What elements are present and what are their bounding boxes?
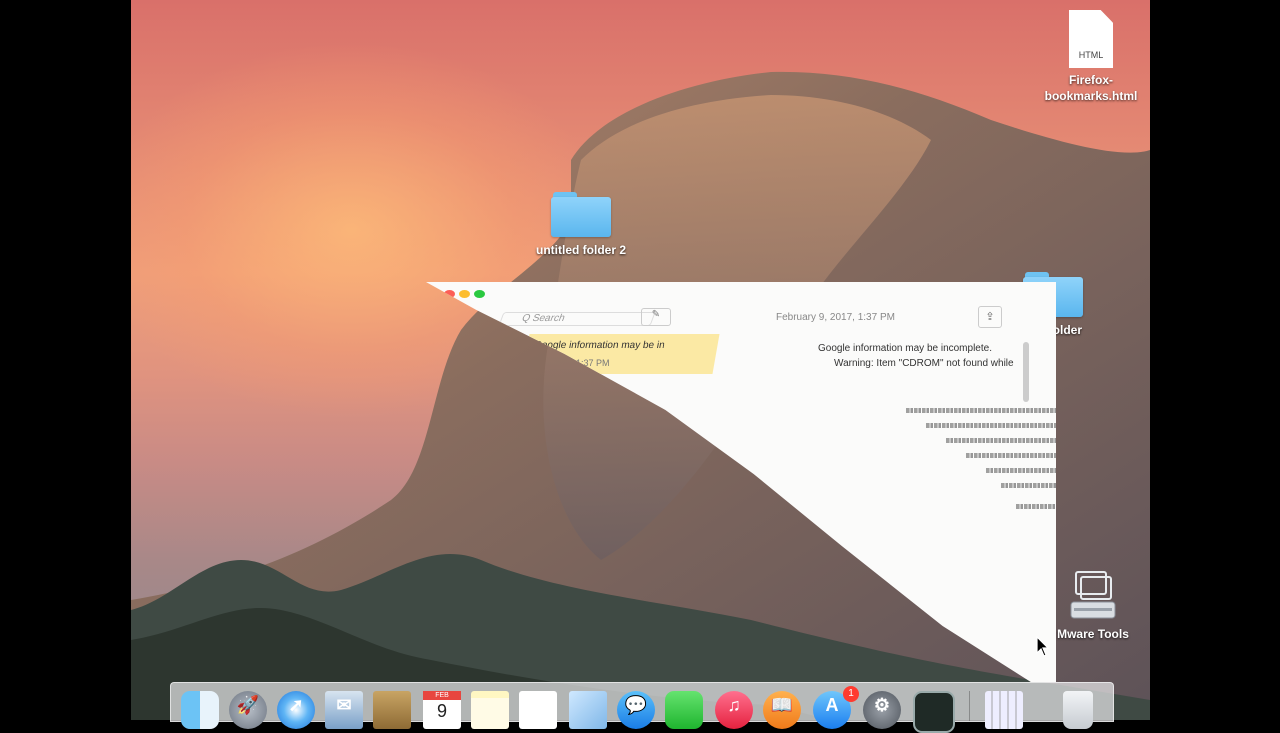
safari-icon[interactable]: ➚ — [277, 691, 315, 729]
finder-icon[interactable] — [181, 691, 219, 729]
calendar-month: FEB — [423, 691, 461, 700]
note-text-blurred — [1001, 483, 1056, 488]
desktop-label: Mware Tools — [1057, 627, 1129, 641]
desktop-folder-untitled-2[interactable]: untitled folder 2 — [516, 192, 646, 258]
desktop-file-firefox-bookmarks[interactable]: HTML Firefox- bookmarks.html — [1026, 10, 1150, 104]
downloads-icon[interactable] — [985, 691, 1023, 729]
note-body-line: Warning: Item "CDROM" not found while — [834, 358, 1014, 369]
compose-icon: ✎ — [651, 309, 661, 320]
search-input[interactable]: Q Search — [498, 312, 656, 326]
share-icon: ⇪ — [985, 311, 995, 323]
zoom-button[interactable] — [474, 290, 485, 298]
html-file-icon: HTML — [1069, 10, 1113, 68]
desktop-label: bookmarks.html — [1044, 89, 1138, 103]
system-preferences-icon[interactable]: ⚙ — [863, 691, 901, 729]
note-text-blurred — [1016, 504, 1056, 509]
note-body-line: Google information may be incomplete. — [818, 343, 992, 354]
ibooks-icon[interactable]: 📖 — [763, 691, 801, 729]
desktop-label: Firefox- — [1068, 73, 1113, 87]
note-text-blurred — [906, 408, 1056, 413]
trash-icon[interactable] — [1063, 691, 1093, 729]
mouse-cursor-icon — [1036, 636, 1050, 657]
share-button[interactable]: ⇪ — [978, 306, 1002, 328]
contacts-icon[interactable] — [373, 691, 411, 729]
dock-separator — [969, 691, 970, 721]
reminders-icon[interactable] — [519, 691, 557, 729]
scrollbar[interactable] — [1023, 342, 1029, 402]
mail-icon[interactable]: ✉ — [325, 691, 363, 729]
calendar-day: 9 — [436, 701, 447, 721]
app-store-badge: 1 — [843, 686, 859, 702]
notes-icon[interactable] — [471, 691, 509, 729]
vmware-drive-icon — [1068, 568, 1118, 622]
note-date: February 9, 2017, 1:37 PM — [776, 312, 895, 323]
desktop: HTML Firefox- bookmarks.html untitled fo… — [131, 0, 1150, 720]
facetime-icon[interactable] — [665, 691, 703, 729]
activity-monitor-icon[interactable] — [913, 691, 955, 733]
desktop-label: untitled folder 2 — [536, 243, 626, 257]
dock: 🚀 ➚ ✉ FEB 9 💬 ♫ 📖 A 1 ⚙ — [170, 682, 1114, 733]
calendar-icon[interactable]: FEB 9 — [423, 691, 461, 729]
photos-icon[interactable] — [569, 691, 607, 729]
itunes-icon[interactable]: ♫ — [715, 691, 753, 729]
launchpad-icon[interactable]: 🚀 — [229, 691, 267, 729]
folder-icon — [551, 192, 611, 238]
compose-button[interactable]: ✎ — [641, 308, 671, 326]
minimize-button[interactable] — [459, 290, 470, 298]
messages-icon[interactable]: 💬 — [617, 691, 655, 729]
